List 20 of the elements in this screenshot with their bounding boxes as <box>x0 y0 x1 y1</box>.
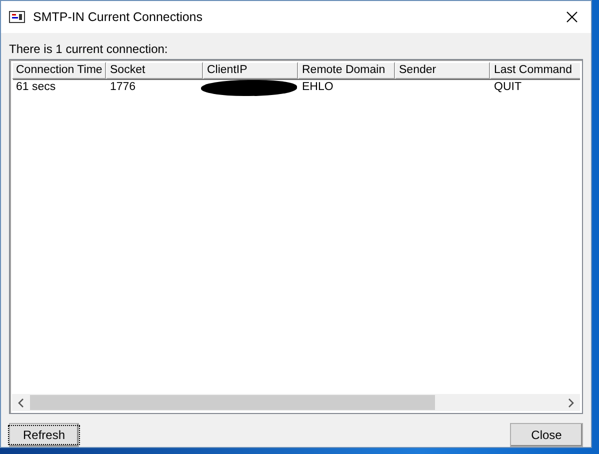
close-icon[interactable] <box>566 11 578 23</box>
column-header[interactable]: Last Command <box>490 62 580 79</box>
scroll-left-icon[interactable] <box>17 398 25 408</box>
refresh-button[interactable]: Refresh <box>9 423 79 447</box>
column-header[interactable]: Connection Time <box>12 62 106 79</box>
horizontal-scrollbar[interactable] <box>12 394 580 411</box>
close-button[interactable]: Close <box>510 423 583 447</box>
column-header[interactable]: ClientIP <box>203 62 298 79</box>
window-icon <box>9 11 25 23</box>
column-header[interactable]: Remote Domain <box>298 62 395 79</box>
column-header[interactable]: Socket <box>106 62 203 79</box>
window-title: SMTP-IN Current Connections <box>33 10 204 24</box>
column-header[interactable]: Sender <box>395 62 490 79</box>
table-cell: 1776 <box>110 81 136 93</box>
table-cell: 61 secs <box>16 81 56 93</box>
table-cell: EHLO <box>302 81 334 93</box>
scroll-right-icon[interactable] <box>567 398 575 408</box>
scrollbar-thumb[interactable] <box>30 395 435 410</box>
connection-count-label: There is 1 current connection: <box>9 41 169 57</box>
table-cell: QUIT <box>494 81 522 93</box>
